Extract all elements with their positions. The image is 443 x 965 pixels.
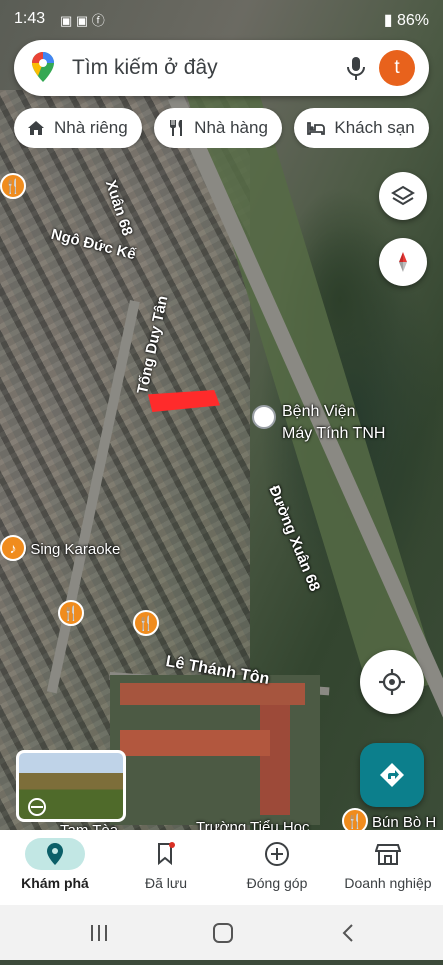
- nav-business-label: Doanh nghiệp: [344, 875, 432, 891]
- home-button-icon[interactable]: [213, 923, 233, 943]
- status-bar: 1:43 ▣ ▣ ⓕ ▮ 86%: [0, 0, 443, 40]
- street-view-icon: [28, 798, 46, 816]
- nav-business[interactable]: Doanh nghiệp: [333, 838, 443, 891]
- microphone-icon[interactable]: [344, 55, 368, 81]
- my-location-button[interactable]: [360, 650, 424, 714]
- search-input[interactable]: Tìm kiếm ở đây: [72, 56, 218, 80]
- hospital-name-line1: Bệnh Viện: [282, 403, 356, 420]
- nav-contribute[interactable]: Đóng góp: [222, 838, 332, 891]
- school-building: [110, 675, 320, 825]
- street-view-thumbnail[interactable]: [16, 750, 126, 822]
- battery-level: 86%: [396, 12, 429, 29]
- back-icon[interactable]: [342, 924, 353, 942]
- restaurant-pin-icon[interactable]: 🍴: [58, 600, 84, 626]
- compass-icon: [399, 252, 407, 272]
- karaoke-pin-icon[interactable]: ♪: [0, 535, 26, 561]
- notification-icons: ▣ ▣ ⓕ: [60, 13, 105, 28]
- nav-explore[interactable]: Khám phá: [0, 838, 110, 891]
- hospital-pin-icon: [252, 405, 276, 429]
- category-chips: Nhà riêng Nhà hàng Khách sạn: [14, 108, 443, 148]
- explore-pin-icon: [47, 843, 63, 865]
- my-location-icon: [379, 669, 405, 695]
- account-avatar[interactable]: t: [379, 50, 415, 86]
- hospital-name-line2: Máy Tính TNH: [282, 425, 386, 442]
- nav-saved-label: Đã lưu: [144, 875, 188, 891]
- hotel-icon: [307, 122, 326, 135]
- recent-apps-icon[interactable]: [91, 925, 107, 941]
- chip-restaurants[interactable]: Nhà hàng: [154, 108, 282, 148]
- nav-contribute-label: Đóng góp: [246, 875, 308, 891]
- bookmark-icon: [158, 842, 175, 866]
- poi-label-tam-toa[interactable]: Tam Tòa: [60, 822, 118, 830]
- nav-saved[interactable]: Đã lưu: [111, 838, 221, 891]
- signal-icon: ▮: [383, 12, 393, 29]
- restaurant-pin-icon[interactable]: 🍴: [133, 610, 159, 636]
- nav-explore-label: Khám phá: [21, 875, 89, 891]
- bottom-navigation: Khám phá Đã lưu Đóng góp Doanh nghiệp: [0, 830, 443, 905]
- poi-label-bun-bo[interactable]: Bún Bò H: [372, 814, 436, 830]
- add-circle-icon: [265, 842, 289, 866]
- poi-label-karaoke[interactable]: I Sing Karaoke: [22, 541, 120, 558]
- directions-button[interactable]: [360, 743, 424, 807]
- directions-icon: [380, 763, 404, 787]
- layers-button[interactable]: [379, 172, 427, 220]
- restaurant-pin-icon[interactable]: 🍴: [342, 808, 368, 830]
- google-maps-logo-icon: [32, 52, 54, 82]
- restaurant-pin-icon[interactable]: 🍴: [0, 173, 26, 199]
- chip-home[interactable]: Nhà riêng: [14, 108, 142, 148]
- search-bar[interactable]: Tìm kiếm ở đây t: [14, 40, 429, 96]
- restaurant-icon: [170, 120, 183, 136]
- status-time: 1:43: [14, 10, 46, 27]
- compass-button[interactable]: [379, 238, 427, 286]
- chip-hotels[interactable]: Khách sạn: [294, 108, 429, 148]
- poi-label-truong[interactable]: Trường Tiểu Học: [196, 819, 310, 830]
- store-icon: [375, 844, 401, 865]
- layers-icon: [391, 185, 415, 206]
- home-icon: [28, 121, 44, 135]
- system-navigation-bar: [0, 905, 443, 960]
